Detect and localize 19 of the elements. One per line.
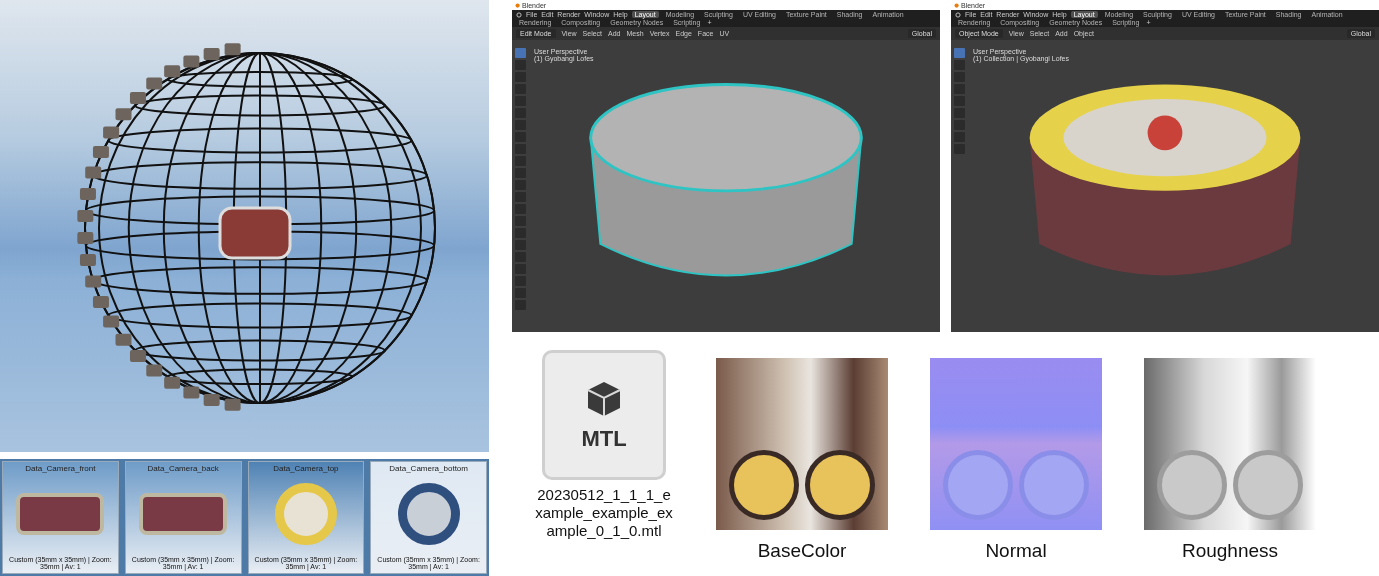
- file-name: Roughness: [1181, 540, 1279, 562]
- tool-button[interactable]: [515, 48, 526, 58]
- camera-name: Data_Camera_front: [25, 463, 96, 473]
- file-name: BaseColor: [757, 540, 847, 562]
- file-name: Normal: [985, 540, 1047, 562]
- file-type-label: MTL: [581, 426, 627, 452]
- texture-thumbnail[interactable]: [930, 358, 1102, 530]
- texture-thumbnail[interactable]: [716, 358, 888, 530]
- editor-type-icon[interactable]: [516, 11, 522, 18]
- tool-button[interactable]: [954, 48, 965, 58]
- app-logo-icon: [514, 2, 520, 8]
- camera-name: Data_Camera_bottom: [389, 463, 468, 473]
- camera-name: Data_Camera_back: [147, 463, 219, 473]
- app-logo-icon: [953, 2, 959, 8]
- camera-name: Data_Camera_top: [273, 463, 339, 473]
- texture-thumbnail[interactable]: [1144, 358, 1316, 530]
- file-icon[interactable]: MTL: [542, 350, 666, 480]
- file-name: 20230512_1_1_1_example_example_example_0_1_0.mtl: [534, 486, 674, 540]
- editor-type-icon[interactable]: [955, 11, 961, 18]
